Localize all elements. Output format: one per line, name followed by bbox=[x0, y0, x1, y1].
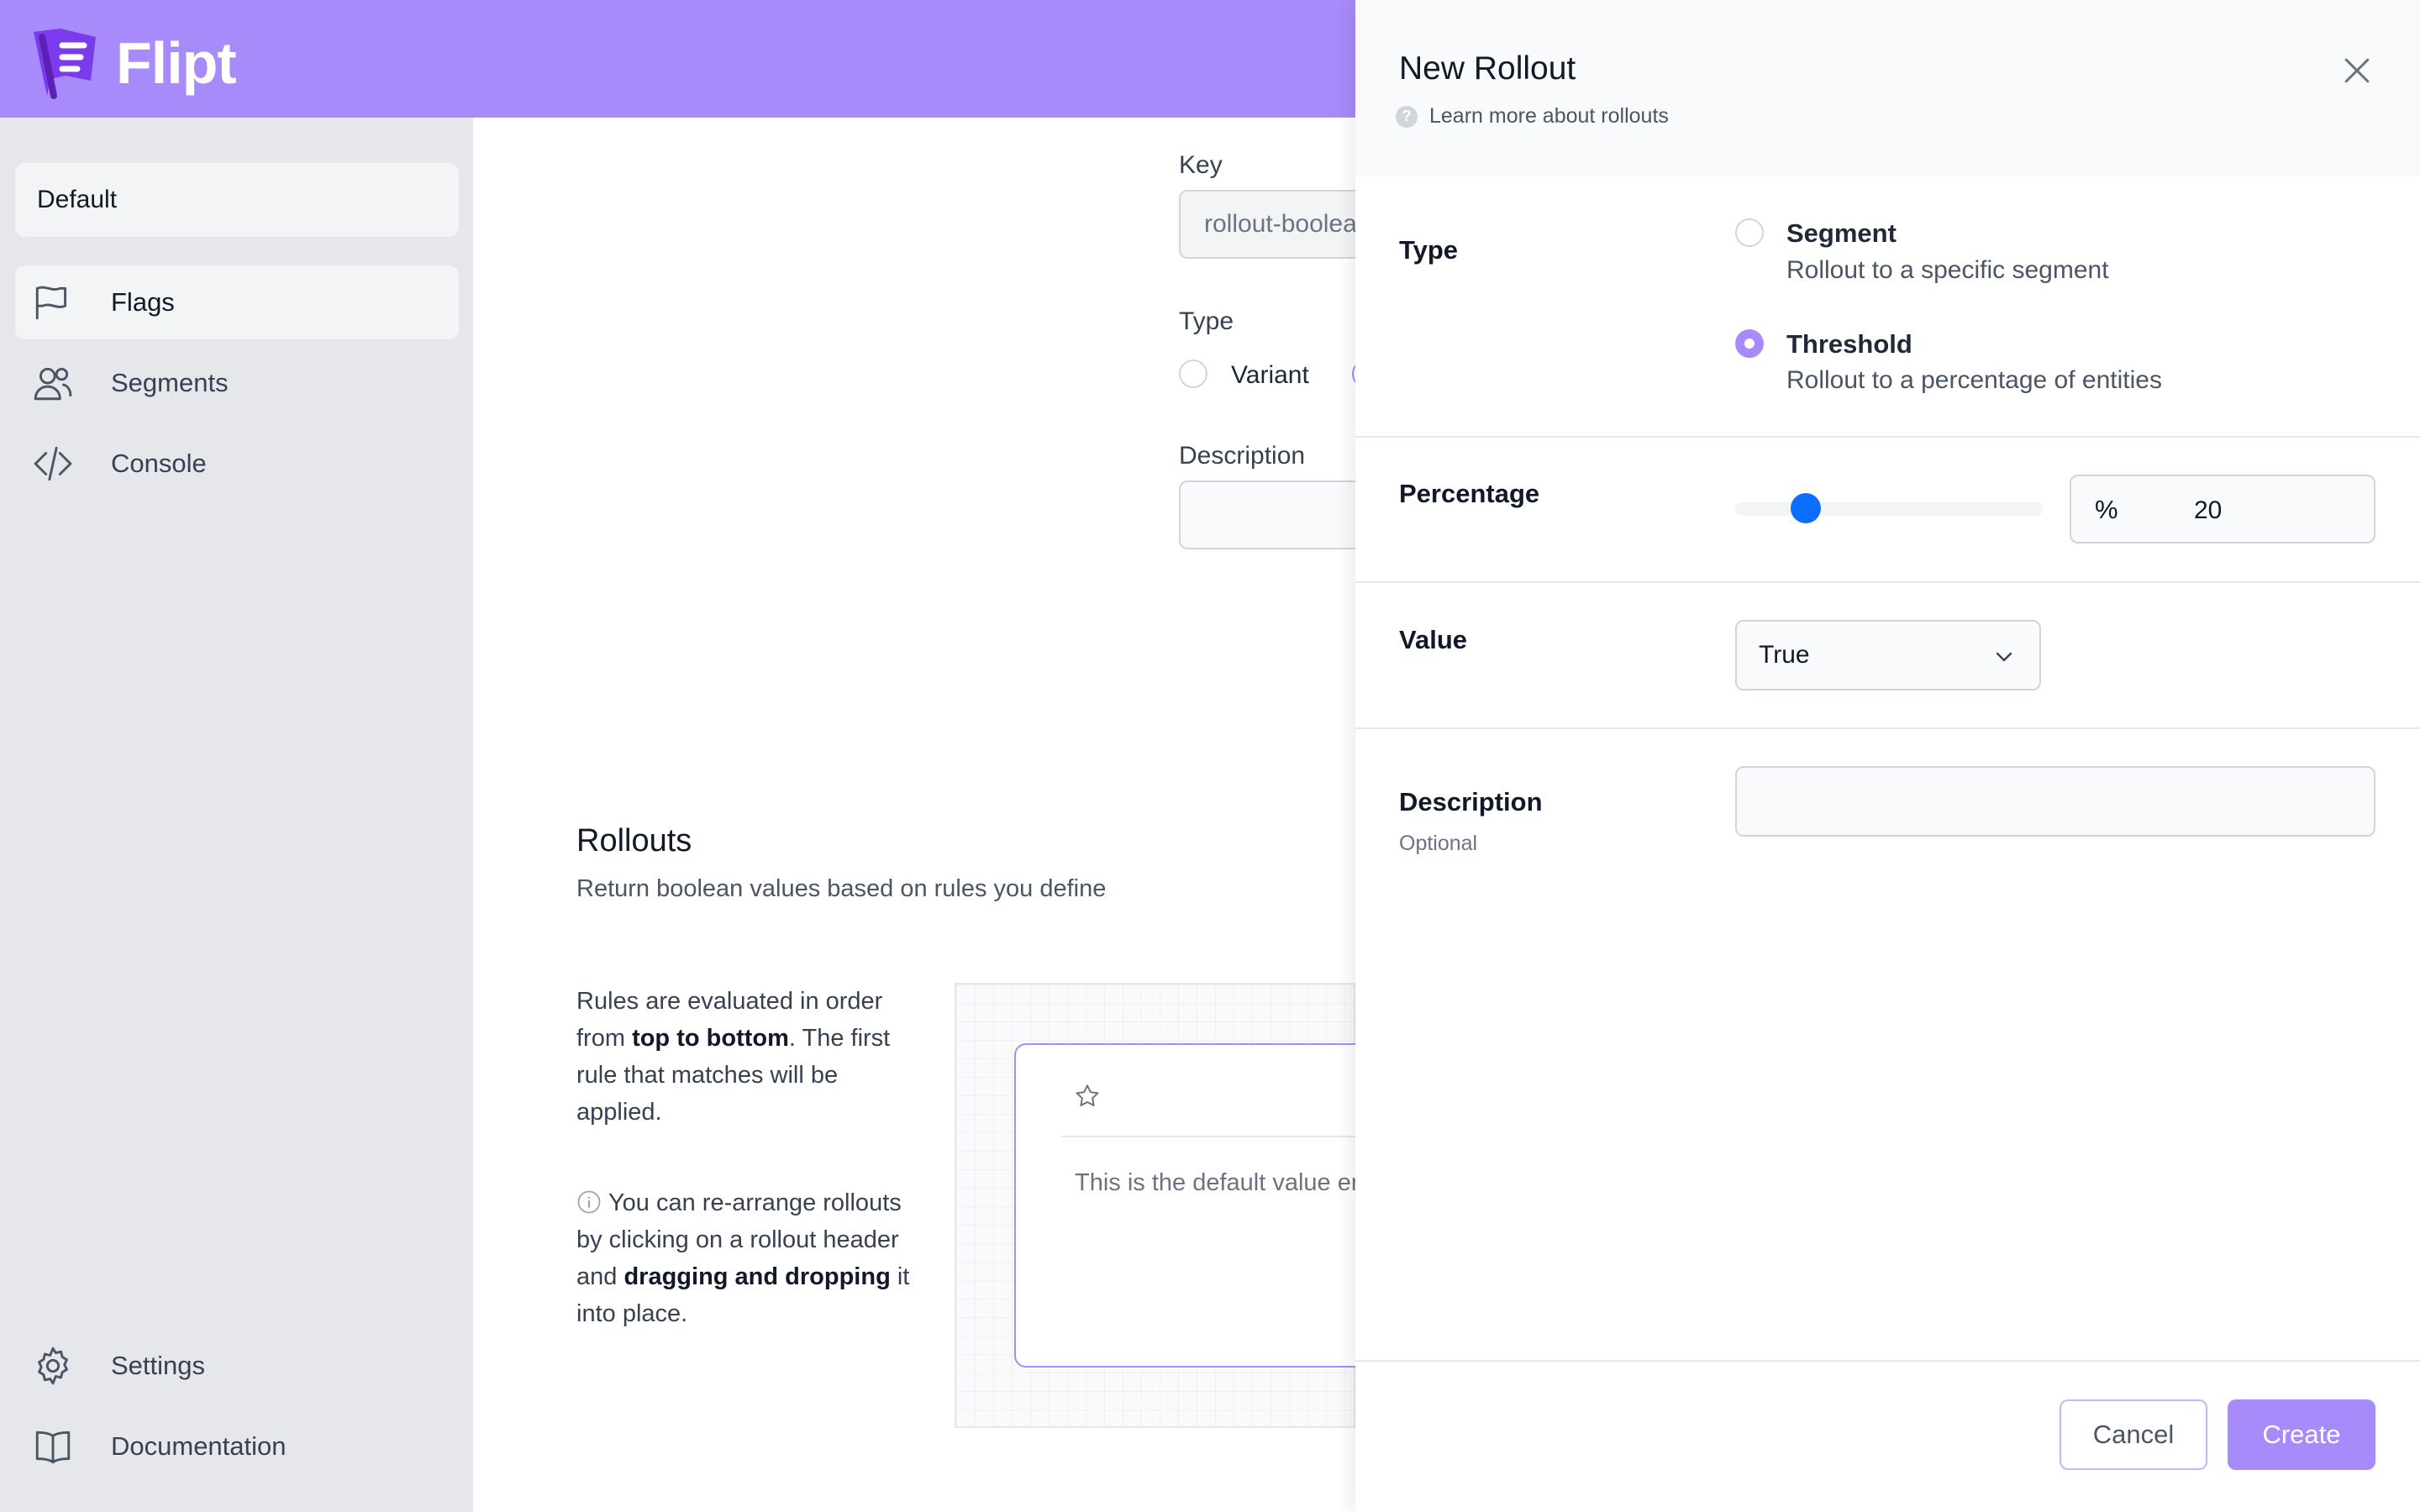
threshold-option-description: Rollout to a percentage of entities bbox=[1786, 366, 2162, 394]
divider bbox=[1355, 727, 2420, 729]
panel-type-label: Type bbox=[1399, 235, 1459, 265]
namespace-select[interactable]: Default bbox=[15, 163, 459, 237]
description-label: Description bbox=[1179, 442, 1306, 470]
percentage-label: Percentage bbox=[1399, 479, 1540, 508]
rollouts-subtitle: Return boolean values based on rules you… bbox=[576, 875, 1107, 902]
sidebar-item-label: Documentation bbox=[111, 1431, 287, 1461]
chevron-down-icon bbox=[1996, 652, 2012, 662]
segment-radio[interactable] bbox=[1735, 218, 1764, 247]
divider bbox=[1355, 436, 2420, 438]
main-content: Key rollout-boolean Type Variant Descrip… bbox=[473, 118, 1515, 1512]
panel-title: New Rollout bbox=[1399, 50, 1576, 87]
percentage-slider[interactable] bbox=[1735, 502, 2043, 516]
segment-option-description: Rollout to a specific segment bbox=[1786, 256, 2109, 284]
value-select[interactable]: True bbox=[1735, 620, 2041, 690]
sidebar-item-settings[interactable]: Settings bbox=[15, 1329, 459, 1403]
percentage-value: 20 bbox=[2194, 496, 2223, 524]
segment-option-title: Segment bbox=[1786, 218, 1897, 248]
value-label: Value bbox=[1399, 625, 1467, 654]
sidebar-item-flags[interactable]: Flags bbox=[15, 265, 459, 339]
type-label: Type bbox=[1179, 307, 1234, 335]
create-button[interactable]: Create bbox=[2228, 1399, 2375, 1470]
threshold-option-title: Threshold bbox=[1786, 329, 1912, 359]
flag-icon bbox=[30, 280, 76, 325]
panel-description-input[interactable] bbox=[1735, 766, 2375, 837]
key-label: Key bbox=[1179, 151, 1223, 179]
default-rollout-card[interactable]: This is the default value enabled state. bbox=[1014, 1043, 1367, 1368]
sidebar-item-segments[interactable]: Segments bbox=[15, 346, 459, 420]
book-icon bbox=[30, 1424, 76, 1469]
sidebar-item-documentation[interactable]: Documentation bbox=[15, 1410, 459, 1483]
star-icon bbox=[1076, 1084, 1099, 1107]
sidebar-item-label: Settings bbox=[111, 1351, 206, 1380]
panel-description-label: Description bbox=[1399, 787, 1543, 816]
sidebar-item-label: Segments bbox=[111, 368, 229, 397]
close-icon[interactable] bbox=[2338, 52, 2375, 89]
rearrange-info: You can re-arrange rollouts by clicking … bbox=[576, 1184, 913, 1332]
question-icon: ? bbox=[1396, 105, 1418, 128]
value-selected: True bbox=[1759, 641, 1810, 669]
app-name: Flipt bbox=[116, 30, 237, 96]
code-icon bbox=[30, 441, 76, 486]
footer-divider bbox=[1355, 1360, 2420, 1362]
info-icon bbox=[577, 1190, 601, 1214]
rearrange-text-bold: dragging and dropping bbox=[623, 1263, 891, 1290]
users-icon bbox=[30, 360, 76, 406]
optional-hint: Optional bbox=[1399, 832, 1478, 855]
sidebar: Default Flags Segments Console Settings … bbox=[0, 118, 473, 1512]
default-card-text: This is the default value enabled state. bbox=[1075, 1169, 1365, 1196]
percentage-input[interactable]: % 20 bbox=[2070, 475, 2375, 543]
cancel-button[interactable]: Cancel bbox=[2060, 1399, 2207, 1470]
type-variant-radio[interactable] bbox=[1179, 360, 1207, 388]
rollouts-title: Rollouts bbox=[576, 823, 692, 858]
flipt-logo[interactable]: Flipt bbox=[29, 25, 237, 101]
flipt-flag-icon bbox=[34, 29, 96, 99]
panel-header: New Rollout ? Learn more about rollouts bbox=[1355, 0, 2420, 176]
card-divider bbox=[1061, 1136, 1365, 1137]
help-link[interactable]: ? Learn more about rollouts bbox=[1396, 104, 1669, 129]
divider bbox=[1355, 581, 2420, 583]
rules-text-bold: top to bottom bbox=[632, 1025, 789, 1052]
type-variant-label: Variant bbox=[1231, 361, 1309, 389]
percentage-slider-thumb[interactable] bbox=[1791, 493, 1821, 523]
help-link-text: Learn more about rollouts bbox=[1429, 104, 1669, 128]
gear-icon bbox=[30, 1343, 76, 1389]
sidebar-item-label: Console bbox=[111, 449, 207, 478]
new-rollout-panel: New Rollout ? Learn more about rollouts … bbox=[1355, 0, 2420, 1512]
threshold-radio[interactable] bbox=[1735, 329, 1764, 358]
sidebar-item-console[interactable]: Console bbox=[15, 427, 459, 501]
rules-info: Rules are evaluated in order from top to… bbox=[576, 983, 913, 1131]
sidebar-item-label: Flags bbox=[111, 287, 175, 317]
percent-symbol: % bbox=[2095, 495, 2118, 524]
